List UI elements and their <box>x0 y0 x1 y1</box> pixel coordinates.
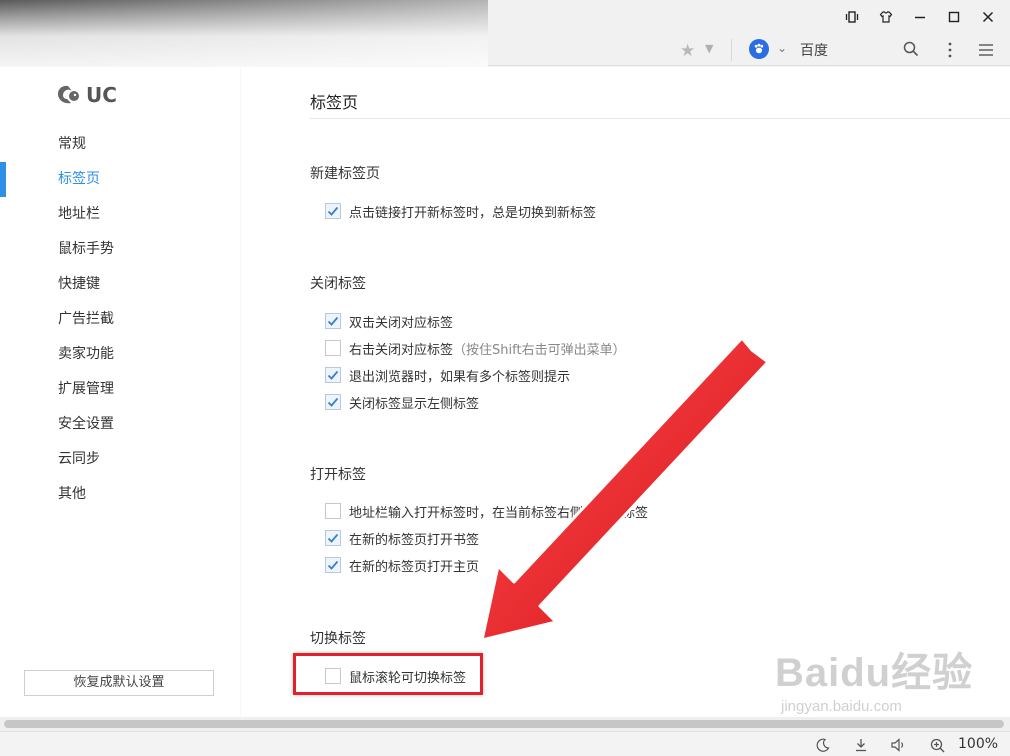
checkbox[interactable] <box>325 203 341 219</box>
baidu-jingyan-watermark: Baidu经验 jingyan.baidu.com <box>775 640 973 715</box>
checkbox[interactable] <box>325 367 341 383</box>
sidebar-item-cloud-sync[interactable]: 云同步 <box>0 442 240 477</box>
option-open-right-of-current[interactable]: 地址栏输入打开标签时，在当前标签右侧打开新标签 <box>325 502 649 521</box>
vibrate-mode-icon[interactable] <box>838 6 866 28</box>
browser-toolbar: ★ ▼ ⌄ 百度 <box>0 0 1010 66</box>
status-bar: 100% <box>0 731 1010 756</box>
horizontal-scrollbar[interactable] <box>0 717 1010 731</box>
option-label-text: 右击关闭对应标签 <box>349 342 454 358</box>
scrollbar-thumb[interactable] <box>4 720 1004 728</box>
sidebar-item-tabs[interactable]: 标签页 <box>0 162 240 197</box>
zoom-level[interactable]: 100% <box>958 736 998 752</box>
search-icon[interactable] <box>903 41 919 61</box>
option-double-click-close[interactable]: 双击关闭对应标签 <box>325 312 454 331</box>
option-bookmark-new-tab[interactable]: 在新的标签页打开书签 <box>325 529 480 548</box>
option-switch-to-new-tab[interactable]: 点击链接打开新标签时，总是切换到新标签 <box>325 202 597 221</box>
watermark-url: jingyan.baidu.com <box>781 698 902 715</box>
window-controls <box>838 6 1002 28</box>
night-mode-icon[interactable] <box>814 736 832 754</box>
annotation-highlight-box <box>293 653 483 695</box>
page-title: 标签页 <box>310 93 359 112</box>
option-label: 在新的标签页打开主页 <box>349 559 480 575</box>
option-hint: （按住Shift右击可弹出菜单） <box>453 342 626 358</box>
skin-shirt-icon[interactable] <box>872 6 900 28</box>
search-engine-label[interactable]: 百度 <box>800 40 828 60</box>
option-label: 点击链接打开新标签时，总是切换到新标签 <box>349 205 597 221</box>
download-icon[interactable] <box>852 736 870 754</box>
title-divider <box>310 118 1010 119</box>
sidebar-item-security[interactable]: 安全设置 <box>0 407 240 442</box>
blurred-tab-area <box>0 0 488 66</box>
hamburger-menu-icon[interactable] <box>979 42 993 61</box>
sidebar-item-other[interactable]: 其他 <box>0 477 240 512</box>
checkbox[interactable] <box>325 530 341 546</box>
option-exit-prompt[interactable]: 退出浏览器时，如果有多个标签则提示 <box>325 366 571 385</box>
option-show-left-tab[interactable]: 关闭标签显示左侧标签 <box>325 393 480 412</box>
logo-text: UC <box>86 83 117 107</box>
checkbox[interactable] <box>325 394 341 410</box>
checkbox[interactable] <box>325 503 341 519</box>
sidebar-nav: 常规 标签页 地址栏 鼠标手势 快捷键 广告拦截 卖家功能 扩展管理 安全设置 … <box>0 127 240 512</box>
section-title-open-tab: 打开标签 <box>310 467 366 483</box>
checkbox[interactable] <box>325 557 341 573</box>
option-label: 地址栏输入打开标签时，在当前标签右侧打开新标签 <box>349 505 649 521</box>
reset-defaults-button[interactable]: 恢复成默认设置 <box>24 670 214 696</box>
sidebar-item-shortcuts[interactable]: 快捷键 <box>0 267 240 302</box>
checkbox[interactable] <box>325 313 341 329</box>
more-vertical-icon[interactable] <box>948 42 952 62</box>
settings-sidebar: UC 常规 标签页 地址栏 鼠标手势 快捷键 广告拦截 卖家功能 扩展管理 安全… <box>0 67 240 717</box>
baidu-paw-icon[interactable] <box>749 39 769 59</box>
settings-content: 标签页 新建标签页 点击链接打开新标签时，总是切换到新标签 关闭标签 双击关闭对… <box>241 67 1010 717</box>
option-right-click-close[interactable]: 右击关闭对应标签（按住Shift右击可弹出菜单） <box>325 339 626 358</box>
uc-squirrel-icon <box>58 85 79 104</box>
option-label: 退出浏览器时，如果有多个标签则提示 <box>349 369 571 385</box>
sidebar-item-address-bar[interactable]: 地址栏 <box>0 197 240 232</box>
sidebar-item-seller-tools[interactable]: 卖家功能 <box>0 337 240 372</box>
option-label: 双击关闭对应标签 <box>349 315 454 331</box>
toolbar-divider <box>731 39 732 61</box>
bookmark-star-icon[interactable]: ★ <box>680 41 695 61</box>
address-toolbar: ★ ▼ ⌄ 百度 <box>488 34 1010 66</box>
option-label: 在新的标签页打开书签 <box>349 532 480 548</box>
option-label: 关闭标签显示左侧标签 <box>349 396 480 412</box>
zoom-in-icon[interactable] <box>928 736 946 754</box>
section-title-close-tab: 关闭标签 <box>310 276 366 292</box>
close-icon[interactable] <box>974 6 1002 28</box>
maximize-icon[interactable] <box>940 6 968 28</box>
checkbox[interactable] <box>325 340 341 356</box>
minimize-icon[interactable] <box>906 6 934 28</box>
section-title-switch-tab: 切换标签 <box>310 631 366 647</box>
sidebar-item-general[interactable]: 常规 <box>0 127 240 162</box>
chevron-down-icon[interactable]: ▼ <box>705 42 713 55</box>
uc-logo: UC <box>54 83 117 107</box>
sidebar-item-ad-block[interactable]: 广告拦截 <box>0 302 240 337</box>
volume-icon[interactable] <box>890 736 908 754</box>
search-engine-chevron-icon[interactable]: ⌄ <box>777 41 787 55</box>
section-title-new-tab: 新建标签页 <box>310 166 380 182</box>
sidebar-item-extensions[interactable]: 扩展管理 <box>0 372 240 407</box>
option-homepage-new-tab[interactable]: 在新的标签页打开主页 <box>325 556 480 575</box>
sidebar-item-mouse-gestures[interactable]: 鼠标手势 <box>0 232 240 267</box>
watermark-brand: Baidu经验 <box>775 651 974 695</box>
option-label: 右击关闭对应标签（按住Shift右击可弹出菜单） <box>349 339 626 358</box>
